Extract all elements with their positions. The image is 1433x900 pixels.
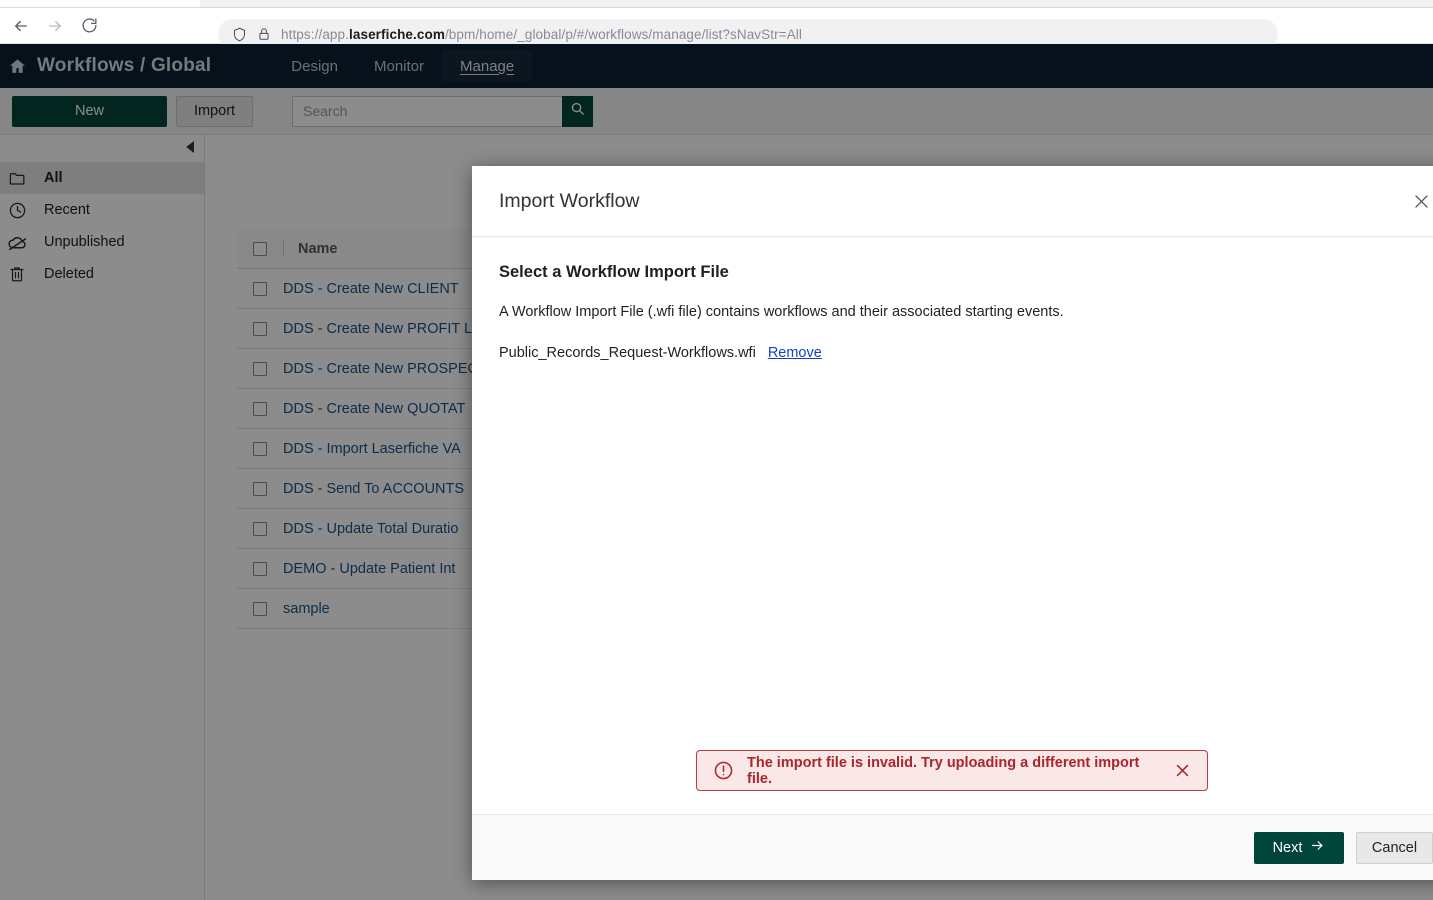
url-path: /bpm/home/_global/p/#/workflows/manage/l… bbox=[444, 26, 802, 42]
error-dismiss-icon[interactable] bbox=[1174, 762, 1191, 779]
back-button[interactable] bbox=[4, 11, 38, 41]
lock-icon bbox=[257, 27, 271, 41]
browser-tabstrip bbox=[0, 0, 1433, 8]
browser-window: https://app.laserfiche.com/bpm/home/_glo… bbox=[0, 0, 1433, 900]
browser-navbar: https://app.laserfiche.com/bpm/home/_glo… bbox=[0, 8, 1433, 49]
alert-circle-icon bbox=[713, 760, 734, 781]
cancel-button[interactable]: Cancel bbox=[1356, 831, 1433, 864]
selected-file-name: Public_Records_Request-Workflows.wfi bbox=[499, 345, 756, 361]
dialog-header: Import Workflow bbox=[472, 166, 1433, 237]
reload-button[interactable] bbox=[72, 11, 106, 41]
dialog-title: Import Workflow bbox=[499, 189, 640, 212]
dialog-footer: Next Cancel bbox=[472, 814, 1433, 880]
url-prefix: https://app. bbox=[281, 26, 349, 42]
remove-file-link[interactable]: Remove bbox=[768, 345, 822, 361]
forward-button[interactable] bbox=[38, 11, 72, 41]
url-domain: laserfiche.com bbox=[349, 26, 445, 42]
section-title: Select a Workflow Import File bbox=[499, 263, 729, 281]
error-toast: The import file is invalid. Try uploadin… bbox=[696, 750, 1208, 791]
url-text: https://app.laserfiche.com/bpm/home/_glo… bbox=[281, 27, 802, 42]
dialog-body: Select a Workflow Import File A Workflow… bbox=[472, 237, 1433, 814]
import-workflow-dialog: Import Workflow Select a Workflow Import… bbox=[472, 166, 1433, 880]
tabstrip-empty-area bbox=[200, 0, 1433, 8]
close-icon[interactable] bbox=[1407, 187, 1433, 215]
selected-file-row: Public_Records_Request-Workflows.wfi Rem… bbox=[499, 345, 1433, 361]
error-message: The import file is invalid. Try uploadin… bbox=[747, 754, 1140, 787]
browser-tab[interactable] bbox=[0, 0, 200, 8]
next-button-label: Next bbox=[1272, 839, 1303, 856]
arrow-right-icon bbox=[1310, 838, 1325, 857]
section-description: A Workflow Import File (.wfi file) conta… bbox=[499, 304, 1064, 320]
next-button[interactable]: Next bbox=[1254, 831, 1344, 864]
shield-icon bbox=[232, 27, 247, 42]
